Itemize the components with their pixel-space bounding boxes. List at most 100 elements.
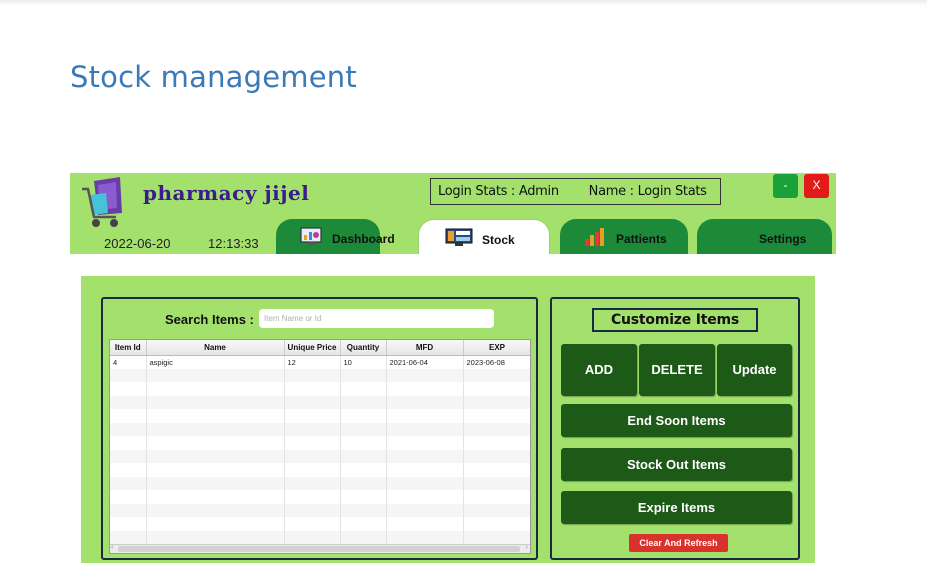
- stock-monitor-icon: [445, 228, 473, 246]
- empty-cell: [463, 395, 530, 409]
- empty-cell: [463, 530, 530, 544]
- empty-cell: [463, 476, 530, 490]
- empty-cell: [463, 463, 530, 477]
- scroll-left-icon[interactable]: ‹: [111, 544, 113, 551]
- minimize-button[interactable]: -: [773, 174, 798, 198]
- empty-cell: [463, 382, 530, 396]
- empty-cell: [146, 368, 285, 382]
- add-button[interactable]: ADD: [561, 344, 637, 396]
- tab-stock[interactable]: Stock: [418, 219, 550, 254]
- empty-cell: [146, 517, 285, 531]
- app-name: pharmacy jijel: [143, 181, 310, 205]
- empty-cell: [284, 463, 341, 477]
- empty-cell: [463, 368, 530, 382]
- expire-items-button[interactable]: Expire Items: [561, 491, 792, 524]
- empty-cell: [110, 490, 147, 504]
- empty-cell: [463, 490, 530, 504]
- empty-table-row: [110, 395, 530, 409]
- empty-cell: [386, 503, 464, 517]
- empty-cell: [386, 422, 464, 436]
- empty-cell: [340, 503, 387, 517]
- empty-cell: [340, 463, 387, 477]
- tab-settings-label: Settings: [759, 232, 807, 246]
- cell-quantity: 10: [340, 355, 387, 369]
- scroll-right-icon[interactable]: ›: [526, 544, 528, 551]
- update-button[interactable]: Update: [717, 344, 792, 396]
- empty-cell: [284, 449, 341, 463]
- empty-cell: [386, 463, 464, 477]
- empty-cell: [146, 503, 285, 517]
- empty-cell: [340, 368, 387, 382]
- empty-cell: [146, 490, 285, 504]
- tab-patients[interactable]: Pattients: [560, 219, 688, 254]
- tab-dashboard[interactable]: Dashboard: [276, 219, 395, 254]
- empty-cell: [146, 463, 285, 477]
- horizontal-scrollbar[interactable]: ‹ ›: [110, 544, 530, 553]
- end-soon-items-button[interactable]: End Soon Items: [561, 404, 792, 437]
- empty-cell: [340, 436, 387, 450]
- empty-cell: [340, 490, 387, 504]
- empty-cell: [386, 476, 464, 490]
- empty-cell: [284, 422, 341, 436]
- table-row[interactable]: 4 aspigic 12 10 2021-06-04 2023-06-08: [110, 355, 530, 369]
- clear-and-refresh-button[interactable]: Clear And Refresh: [629, 534, 728, 552]
- empty-cell: [386, 449, 464, 463]
- delete-button[interactable]: DELETE: [639, 344, 715, 396]
- column-header-unique-price[interactable]: Unique Price: [284, 340, 341, 356]
- empty-cell: [284, 436, 341, 450]
- empty-cell: [110, 395, 147, 409]
- empty-cell: [146, 382, 285, 396]
- empty-table-row: [110, 368, 530, 382]
- empty-cell: [386, 530, 464, 544]
- login-stats-box: Login Stats : Admin Name : Login Stats: [430, 178, 721, 205]
- empty-cell: [110, 368, 147, 382]
- tab-settings[interactable]: Settings: [697, 219, 832, 254]
- empty-cell: [146, 395, 285, 409]
- items-table: Item Id Name Unique Price Quantity MFD E…: [109, 339, 531, 554]
- search-label: Search Items :: [165, 312, 254, 327]
- empty-table-row: [110, 449, 530, 463]
- scrollbar-thumb[interactable]: [118, 546, 520, 552]
- empty-cell: [110, 422, 147, 436]
- stock-out-items-button[interactable]: Stock Out Items: [561, 448, 792, 481]
- page-title: Stock management: [70, 60, 357, 94]
- close-button[interactable]: X: [804, 174, 829, 198]
- empty-cell: [110, 530, 147, 544]
- login-name-value: Login Stats: [637, 184, 707, 199]
- tab-patients-label: Pattients: [616, 232, 667, 246]
- empty-cell: [340, 382, 387, 396]
- empty-cell: [340, 449, 387, 463]
- empty-table-row: [110, 436, 530, 450]
- cell-name: aspigic: [146, 355, 285, 369]
- column-header-mfd[interactable]: MFD: [386, 340, 464, 356]
- empty-table-row: [110, 422, 530, 436]
- empty-cell: [340, 530, 387, 544]
- empty-table-row: [110, 503, 530, 517]
- column-header-exp[interactable]: EXP: [463, 340, 530, 356]
- tab-stock-label: Stock: [482, 233, 515, 247]
- empty-cell: [386, 368, 464, 382]
- column-header-quantity[interactable]: Quantity: [340, 340, 387, 356]
- empty-cell: [463, 436, 530, 450]
- empty-cell: [463, 503, 530, 517]
- empty-cell: [463, 517, 530, 531]
- empty-cell: [463, 409, 530, 423]
- empty-table-row: [110, 382, 530, 396]
- empty-cell: [284, 368, 341, 382]
- empty-table-row: [110, 517, 530, 531]
- search-input[interactable]: [259, 309, 494, 328]
- cart-logo-icon: [82, 177, 122, 227]
- empty-cell: [110, 382, 147, 396]
- column-header-name[interactable]: Name: [146, 340, 285, 356]
- table-header-row: Item Id Name Unique Price Quantity MFD E…: [110, 340, 530, 356]
- empty-cell: [284, 517, 341, 531]
- empty-cell: [146, 449, 285, 463]
- column-header-item-id[interactable]: Item Id: [110, 340, 147, 356]
- items-panel: Search Items : Item Id Name Unique Price…: [101, 297, 538, 560]
- empty-cell: [284, 409, 341, 423]
- tab-dashboard-label: Dashboard: [332, 232, 395, 246]
- cell-mfd: 2021-06-04: [386, 355, 464, 369]
- empty-cell: [110, 449, 147, 463]
- empty-cell: [284, 395, 341, 409]
- main-panel: Search Items : Item Id Name Unique Price…: [81, 276, 815, 563]
